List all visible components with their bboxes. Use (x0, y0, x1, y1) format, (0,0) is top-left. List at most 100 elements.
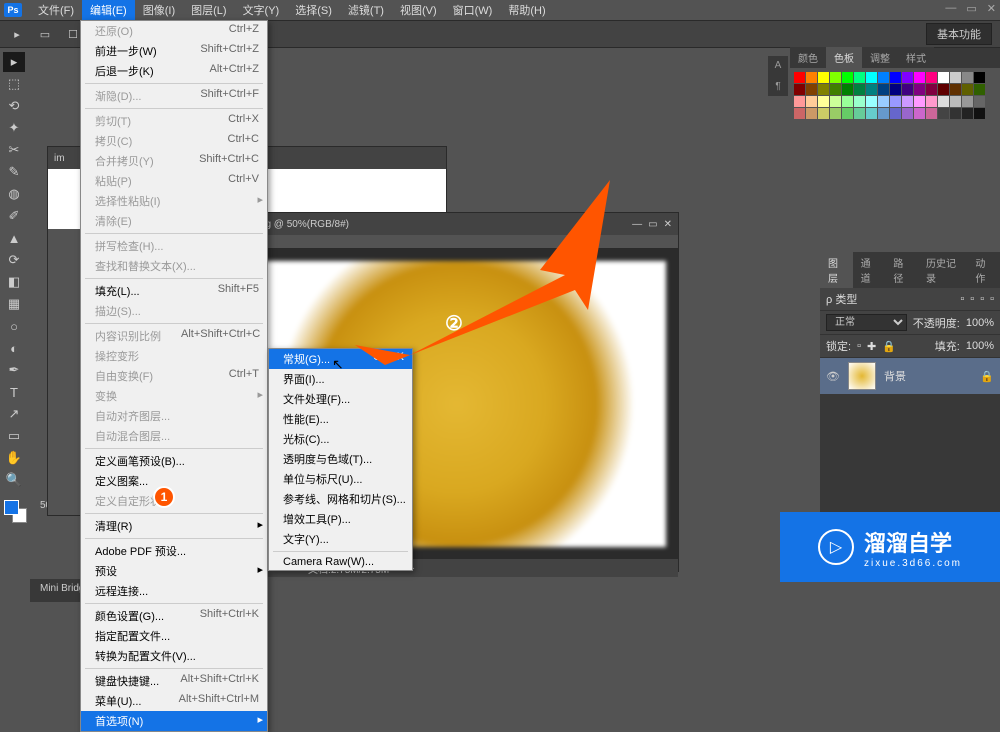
menubar-item[interactable]: 窗口(W) (445, 0, 501, 21)
swatch[interactable] (818, 72, 829, 83)
swatch[interactable] (962, 108, 973, 119)
swatch[interactable] (842, 108, 853, 119)
submenu-item[interactable]: 性能(E)... (269, 409, 412, 429)
swatch[interactable] (830, 96, 841, 107)
layer-row[interactable]: 👁 背景 🔒 (820, 358, 1000, 394)
swatch[interactable] (806, 84, 817, 95)
blur-tool[interactable]: ○ (3, 316, 25, 336)
menu-item[interactable]: 清理(R) (81, 516, 267, 536)
swatch[interactable] (950, 96, 961, 107)
wand-tool[interactable]: ✦ (3, 118, 25, 138)
submenu-item[interactable]: 文件处理(F)... (269, 389, 412, 409)
swatch[interactable] (794, 108, 805, 119)
swatch[interactable] (830, 72, 841, 83)
dodge-tool[interactable]: ◐ (3, 338, 25, 358)
swatch[interactable] (818, 108, 829, 119)
history-brush-tool[interactable]: ⟳ (3, 250, 25, 270)
swatch[interactable] (902, 96, 913, 107)
swatch[interactable] (878, 84, 889, 95)
shape-tool[interactable]: ▭ (3, 426, 25, 446)
swatch[interactable] (962, 96, 973, 107)
layers-tab[interactable]: 通道 (853, 252, 886, 288)
opt-icon[interactable]: ▭ (34, 24, 56, 44)
swatch[interactable] (974, 108, 985, 119)
fill-value[interactable]: 100% (966, 340, 994, 352)
filter-icon[interactable]: ▫ (970, 293, 974, 305)
tab-color[interactable]: 颜色 (790, 47, 826, 68)
para-panel-icon[interactable]: ¶ (775, 81, 780, 92)
maximize-icon[interactable]: ▭ (966, 2, 976, 15)
swatch[interactable] (842, 84, 853, 95)
eyedropper-tool[interactable]: ✎ (3, 162, 25, 182)
crop-tool[interactable]: ✂ (3, 140, 25, 160)
swatch[interactable] (926, 84, 937, 95)
swatch[interactable] (878, 72, 889, 83)
submenu-item[interactable]: 光标(C)... (269, 429, 412, 449)
tab-adjust[interactable]: 调整 (862, 47, 898, 68)
swatch[interactable] (926, 72, 937, 83)
move-tool-icon[interactable]: ▸ (6, 24, 28, 44)
pen-tool[interactable]: ✒ (3, 360, 25, 380)
eraser-tool[interactable]: ◧ (3, 272, 25, 292)
swatch[interactable] (866, 84, 877, 95)
menubar-item[interactable]: 帮助(H) (500, 0, 553, 21)
tab-styles[interactable]: 样式 (898, 47, 934, 68)
menu-item[interactable]: 定义画笔预设(B)... (81, 451, 267, 471)
swatch[interactable] (794, 96, 805, 107)
swatch[interactable] (830, 108, 841, 119)
zoom-tool[interactable]: 🔍 (3, 470, 25, 490)
heal-tool[interactable]: ◍ (3, 184, 25, 204)
workspace-button[interactable]: 基本功能 (926, 23, 992, 45)
swatch[interactable] (842, 96, 853, 107)
doc-close-icon[interactable]: ✕ (664, 219, 672, 230)
menubar-item[interactable]: 文字(Y) (235, 0, 288, 21)
minimize-icon[interactable]: — (945, 2, 956, 15)
swatch[interactable] (806, 72, 817, 83)
menubar-item[interactable]: 视图(V) (392, 0, 445, 21)
swatch[interactable] (902, 108, 913, 119)
menu-item[interactable]: 转换为配置文件(V)... (81, 646, 267, 666)
menu-item[interactable]: 键盘快捷键...Alt+Shift+Ctrl+K (81, 671, 267, 691)
stamp-tool[interactable]: ▲ (3, 228, 25, 248)
doc-maximize-icon[interactable]: ▭ (648, 219, 657, 230)
opacity-value[interactable]: 100% (966, 317, 994, 329)
layers-tab[interactable]: 路径 (885, 252, 918, 288)
layers-tab[interactable]: 图层 (820, 252, 853, 288)
swatch[interactable] (926, 108, 937, 119)
filter-icon[interactable]: ▫ (980, 293, 984, 305)
menu-item[interactable]: 定义图案... (81, 471, 267, 491)
swatch[interactable] (974, 84, 985, 95)
layer-thumbnail[interactable] (848, 362, 876, 390)
swatch[interactable] (878, 96, 889, 107)
swatch[interactable] (938, 108, 949, 119)
visibility-icon[interactable]: 👁 (826, 370, 840, 383)
menu-item[interactable]: 后退一步(K)Alt+Ctrl+Z (81, 61, 267, 81)
swatch[interactable] (890, 96, 901, 107)
swatch[interactable] (818, 84, 829, 95)
swatch[interactable] (962, 72, 973, 83)
swatch[interactable] (914, 72, 925, 83)
layers-tab[interactable]: 动作 (967, 252, 1000, 288)
swatch[interactable] (842, 72, 853, 83)
swatch[interactable] (902, 84, 913, 95)
swatch[interactable] (938, 72, 949, 83)
swatch[interactable] (974, 72, 985, 83)
menubar-item[interactable]: 选择(S) (287, 0, 340, 21)
close-icon[interactable]: ✕ (987, 2, 996, 15)
swatch[interactable] (794, 72, 805, 83)
submenu-item[interactable]: Camera Raw(W)... (269, 554, 412, 570)
submenu-item[interactable]: 增效工具(P)... (269, 509, 412, 529)
menu-item[interactable]: 指定配置文件... (81, 626, 267, 646)
doc-minimize-icon[interactable]: — (632, 219, 642, 230)
menu-item[interactable]: 颜色设置(G)...Shift+Ctrl+K (81, 606, 267, 626)
lock-icon[interactable]: 🔒 (882, 340, 896, 353)
swatch[interactable] (830, 84, 841, 95)
lock-icon[interactable]: ✚ (867, 340, 876, 353)
swatch[interactable] (914, 108, 925, 119)
swatch[interactable] (962, 84, 973, 95)
submenu-item[interactable]: 透明度与色域(T)... (269, 449, 412, 469)
swatch[interactable] (914, 84, 925, 95)
menubar-item[interactable]: 文件(F) (30, 0, 82, 21)
swatch[interactable] (866, 96, 877, 107)
swatch[interactable] (854, 96, 865, 107)
